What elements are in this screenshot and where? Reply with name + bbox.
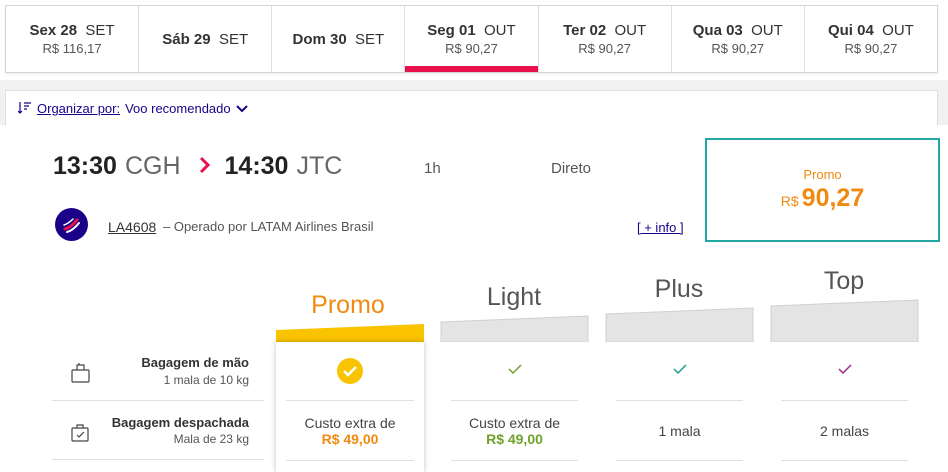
promo-column[interactable]: Custo extra de R$ 49,00 xyxy=(276,342,424,472)
row-divider xyxy=(781,400,908,401)
promo-checked-bag-price: R$ 49,00 xyxy=(321,431,379,447)
feature-checked-bag-title: Bagagem despachada xyxy=(111,415,249,430)
light-checked-bag-text: Custo extra de xyxy=(468,415,561,431)
carry-on-bag-icon xyxy=(69,361,93,385)
feature-checked-bag-subtitle: Mala de 23 kg xyxy=(173,432,249,446)
promo-column-header xyxy=(276,324,424,342)
top-carry-on-check xyxy=(771,362,918,379)
light-carry-on-check xyxy=(441,362,588,379)
top-column-header xyxy=(770,299,919,343)
check-icon xyxy=(507,364,522,375)
row-divider xyxy=(616,460,743,461)
check-icon xyxy=(837,364,852,375)
row-divider xyxy=(286,400,414,401)
row-divider xyxy=(451,400,578,401)
check-circle-icon xyxy=(337,358,363,384)
plus-column-header xyxy=(605,307,754,343)
light-column[interactable]: Custo extra de R$ 49,00 xyxy=(441,342,588,472)
promo-checked-bag-text: Custo extra de xyxy=(304,415,396,431)
row-divider xyxy=(616,400,743,401)
row-divider xyxy=(52,459,264,460)
plus-checked-bag-text: 1 mala xyxy=(658,423,701,439)
checked-bag-icon xyxy=(69,421,93,445)
top-checked-bag-text: 2 malas xyxy=(819,423,870,439)
top-column[interactable]: 2 malas xyxy=(771,342,918,472)
feature-carry-on-title: Bagagem de mão xyxy=(141,355,249,370)
light-column-header xyxy=(440,315,589,343)
plus-carry-on-check xyxy=(606,362,753,379)
row-divider xyxy=(286,460,414,461)
row-divider xyxy=(451,460,578,461)
promo-carry-on-check xyxy=(276,358,424,387)
check-icon xyxy=(672,364,687,375)
light-checked-bag-price: R$ 49,00 xyxy=(486,431,543,447)
feature-carry-on-subtitle: 1 mala de 10 kg xyxy=(163,373,249,387)
row-divider xyxy=(781,460,908,461)
row-divider xyxy=(52,400,264,401)
plus-column[interactable]: 1 mala xyxy=(606,342,753,472)
